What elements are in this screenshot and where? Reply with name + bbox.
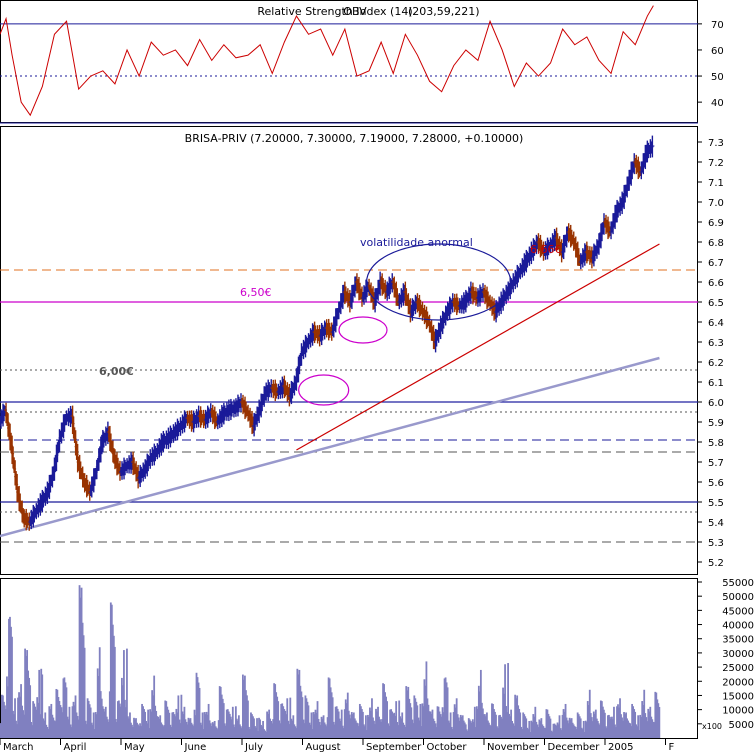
price-tick-label: 6.7 xyxy=(708,258,724,269)
price-tick-label: 6.8 xyxy=(708,238,724,249)
month-label: May xyxy=(124,742,145,753)
volume-tick-label: 40000 xyxy=(722,621,754,632)
volume-tick-label: 30000 xyxy=(722,649,754,660)
volume-bar xyxy=(658,706,661,738)
price-title: BRISA-PRIV (7.20000, 7.30000, 7.19000, 7… xyxy=(185,132,524,145)
price-tick-label: 5.3 xyxy=(708,538,724,549)
volume-tick-label: 55000 xyxy=(722,578,754,589)
price-tick-label: 6.5 xyxy=(708,298,724,309)
price-tick-label: 6.9 xyxy=(708,218,724,229)
highlight-ellipse-0 xyxy=(298,374,350,406)
ohlc-bars xyxy=(0,135,655,531)
month-label: October xyxy=(427,742,468,753)
price-tick-label: 5.5 xyxy=(708,498,724,509)
price-tick-label: 7.1 xyxy=(708,178,724,189)
price-tick-label: 6.3 xyxy=(708,338,724,349)
volume-axis-ticks: 5000 10000 15000 20000 25000 30000 35000 40000 4… xyxy=(698,578,754,731)
price-tick-label: 5.8 xyxy=(708,438,724,449)
volume-tick-label: 25000 xyxy=(722,663,754,674)
month-label: July xyxy=(244,742,263,753)
price-tick-label: 5.9 xyxy=(708,418,724,429)
indicator-tick-label: 60 xyxy=(711,46,724,57)
indicator-series-line-0 xyxy=(0,5,654,117)
trendlines xyxy=(0,243,660,538)
indicator-title-suffix: (203,59,221) xyxy=(408,5,480,18)
highlight-ellipses xyxy=(298,243,512,406)
volume-tick-label: 45000 xyxy=(722,606,754,617)
month-label: June xyxy=(184,742,207,753)
annotation-6-66: 6,66€ xyxy=(530,243,562,256)
rsi-line xyxy=(0,5,654,117)
indicator-tick-label: 70 xyxy=(711,20,724,31)
volume-unit-label: x100 xyxy=(702,722,722,731)
trendline-1 xyxy=(296,243,660,451)
month-axis: March April May June July August September Octo… xyxy=(0,738,675,753)
month-label: March xyxy=(3,742,33,753)
month-label: September xyxy=(366,742,422,753)
price-tick-label: 6.2 xyxy=(708,358,724,369)
month-label: August xyxy=(306,742,341,753)
support-resistance-lines xyxy=(0,269,698,543)
indicator-axis-ticks: 40 50 60 70 xyxy=(698,20,724,109)
stock-chart: OBV Relative Strength Index (14) (203,59… xyxy=(0,0,754,753)
annotation-6-50: 6,50€ xyxy=(240,286,272,299)
volume-bars xyxy=(0,585,661,738)
indicator-panel-frame xyxy=(0,0,698,123)
price-tick-label: 7.0 xyxy=(708,198,724,209)
volume-tick-label: 10000 xyxy=(722,706,754,717)
annotation-volatilidade: volatilidade anormal xyxy=(360,236,473,249)
price-tick-label: 7.3 xyxy=(708,138,724,149)
volume-tick-label: 15000 xyxy=(722,691,754,702)
volume-tick-label: 35000 xyxy=(722,635,754,646)
indicator-tick-label: 40 xyxy=(711,98,724,109)
trendline-0 xyxy=(0,356,660,538)
month-label: April xyxy=(64,742,87,753)
price-axis-ticks: 5.2 5.3 5.4 5.5 5.6 5.7 5.8 5.9 6.0 6.1 6.2 6.3 6.4 6… xyxy=(698,138,724,569)
price-tick-label: 5.4 xyxy=(708,518,724,529)
price-tick-label: 5.7 xyxy=(708,458,724,469)
month-label: F xyxy=(669,742,675,753)
highlight-ellipse-1 xyxy=(338,316,388,344)
volume-tick-label: 50000 xyxy=(722,592,754,603)
price-tick-label: 5.2 xyxy=(708,558,724,569)
highlight-ellipse-2 xyxy=(366,243,512,321)
volume-tick-label: 5000 xyxy=(729,720,754,731)
volume-tick-label: 20000 xyxy=(722,677,754,688)
price-tick-label: 6.6 xyxy=(708,278,724,289)
price-tick-label: 6.0 xyxy=(708,398,724,409)
indicator-title: Relative Strength Index (14) xyxy=(257,5,412,18)
price-tick-label: 5.6 xyxy=(708,478,724,489)
month-label: December xyxy=(548,742,601,753)
indicator-tick-label: 50 xyxy=(711,72,724,83)
price-tick-label: 6.4 xyxy=(708,318,724,329)
annotation-6-00: 6,00€ xyxy=(99,365,134,378)
price-tick-label: 6.1 xyxy=(708,378,724,389)
month-label: 2005 xyxy=(608,742,633,753)
price-tick-label: 7.2 xyxy=(708,158,724,169)
month-label: November xyxy=(487,742,540,753)
